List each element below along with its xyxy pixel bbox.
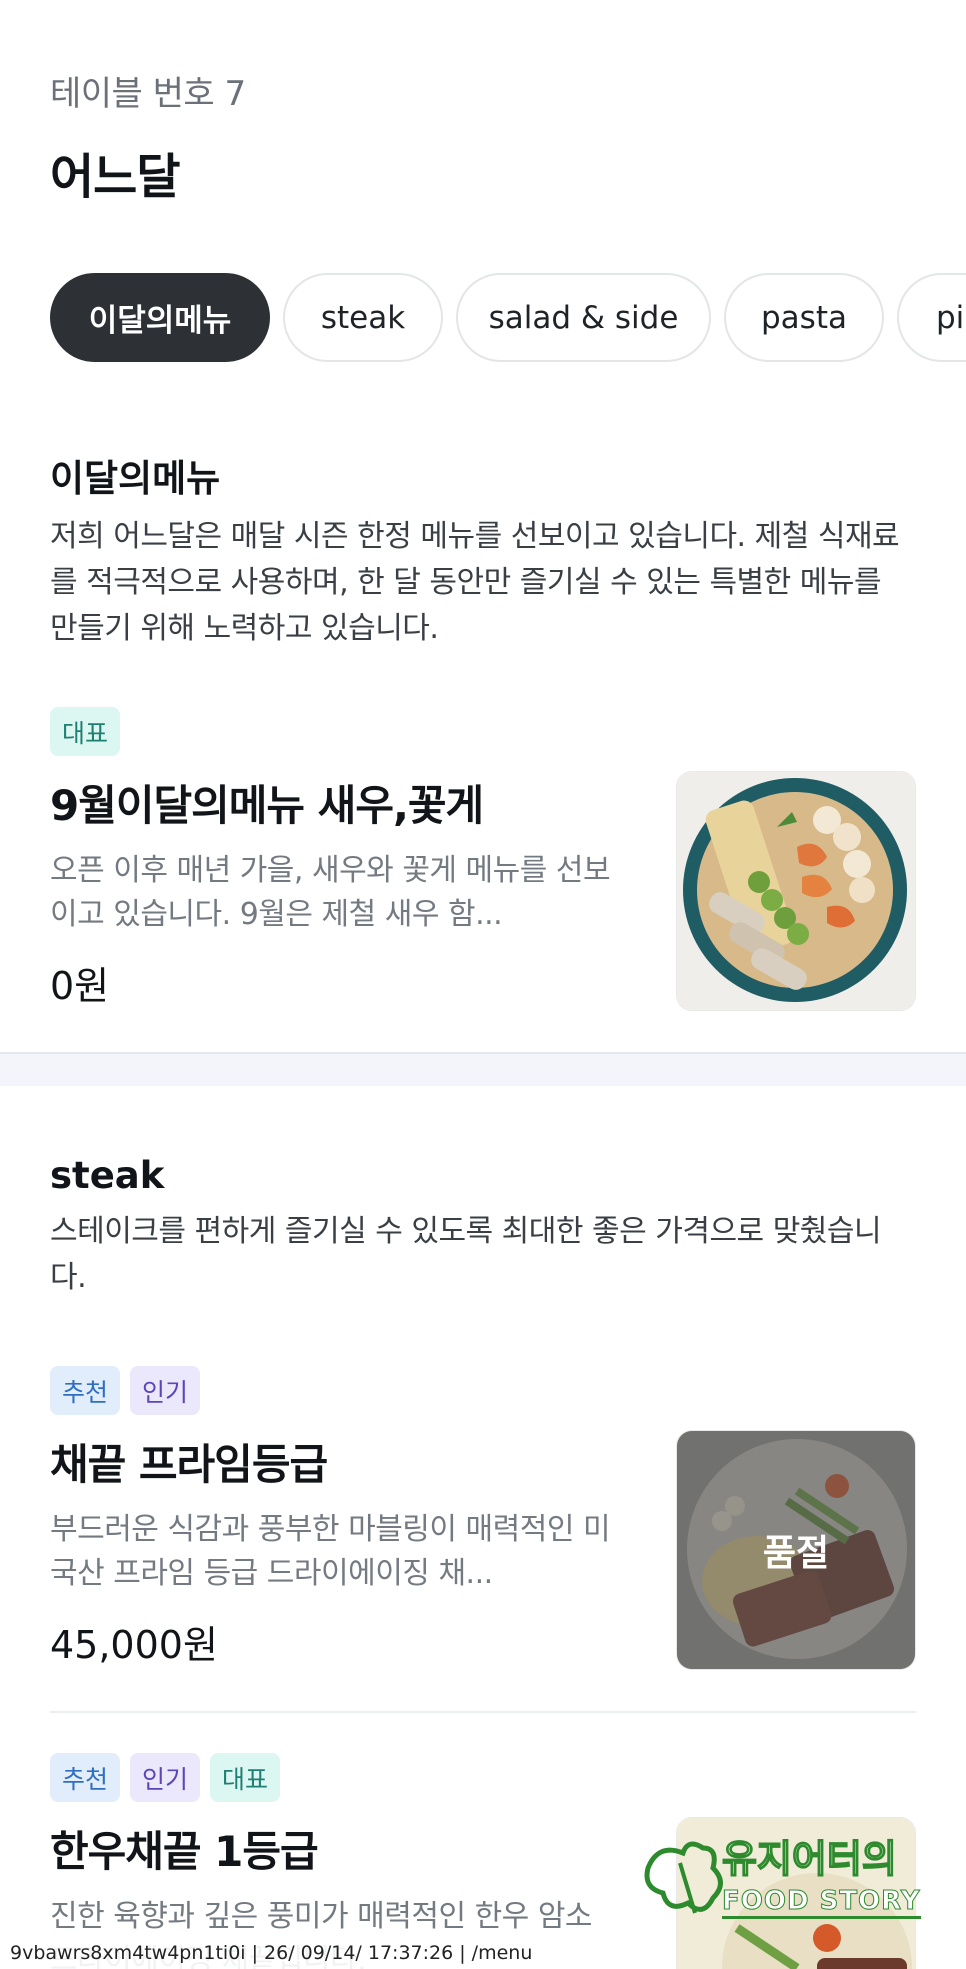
table-number: 테이블 번호 7 <box>50 74 246 114</box>
menu-item-photo: 품절 <box>676 1430 916 1670</box>
badge-group: 대표 <box>50 707 916 756</box>
section-description: 저희 어느달은 매달 시즌 한정 메뉴를 선보이고 있습니다. 제철 식재료를 … <box>50 519 900 646</box>
badge-signature: 대표 <box>50 707 121 756</box>
badge-group: 추천 인기 <box>50 1366 916 1415</box>
badge-popular: 인기 <box>130 1753 201 1802</box>
tab-monthly-menu[interactable]: 이달의메뉴 <box>50 273 270 362</box>
section-title: steak <box>50 1154 165 1197</box>
watermark-text-english: FOOD STORY <box>722 1886 921 1919</box>
badge-group: 추천 인기 대표 <box>50 1753 916 1802</box>
tab-pizza[interactable]: pi <box>897 273 966 362</box>
url-status-bar: 9vbawrs8xm4tw4pn1ti0i | 26/ 09/14/ 17:37… <box>0 1938 532 1969</box>
menu-item[interactable]: 추천 인기 채끝 프라임등급 부드러운 식감과 풍부한 마블링이 매력적인 미국… <box>50 1366 916 1670</box>
section-monthly-menu: 이달의메뉴 저희 어느달은 매달 시즌 한정 메뉴를 선보이고 있습니다. 제철… <box>50 448 916 652</box>
header: 테이블 번호 7 어느달 <box>50 66 246 207</box>
badge-recommended: 추천 <box>50 1753 121 1802</box>
section-title: 이달의메뉴 <box>50 457 221 500</box>
section-divider <box>0 1052 966 1086</box>
item-divider <box>50 1711 916 1713</box>
section-steak: steak 스테이크를 편하게 즐기실 수 있도록 최대한 좋은 가격으로 맞췄… <box>50 1154 916 1301</box>
section-description: 스테이크를 편하게 즐기실 수 있도록 최대한 좋은 가격으로 맞췄습니다. <box>50 1214 882 1295</box>
menu-item-description: 부드러운 식감과 풍부한 마블링이 매력적인 미국산 프라임 등급 드라이에이징… <box>50 1512 611 1591</box>
category-tabs: 이달의메뉴 steak salad & side pasta pi <box>50 273 966 362</box>
tab-steak[interactable]: steak <box>283 273 443 362</box>
tab-salad-side[interactable]: salad & side <box>456 273 711 362</box>
menu-item-photo <box>676 771 916 1011</box>
badge-signature: 대표 <box>210 1753 281 1802</box>
sold-out-overlay: 품절 <box>677 1431 915 1669</box>
shrimp-crab-dish-image <box>677 772 915 1010</box>
watermark-logo: 유지어터의 FOOD STORY <box>640 1828 921 1938</box>
menu-item[interactable]: 대표 9월이달의메뉴 새우,꽃게 오픈 이후 매년 가을, 새우와 꽃게 메뉴를… <box>50 707 916 1011</box>
badge-recommended: 추천 <box>50 1366 121 1415</box>
badge-popular: 인기 <box>130 1366 201 1415</box>
store-name: 어느달 <box>50 149 180 205</box>
menu-item-description: 오픈 이후 매년 가을, 새우와 꽃게 메뉴를 선보이고 있습니다. 9월은 제… <box>50 853 611 932</box>
watermark-text-korean: 유지어터의 <box>721 1836 897 1882</box>
tab-pasta[interactable]: pasta <box>724 273 884 362</box>
